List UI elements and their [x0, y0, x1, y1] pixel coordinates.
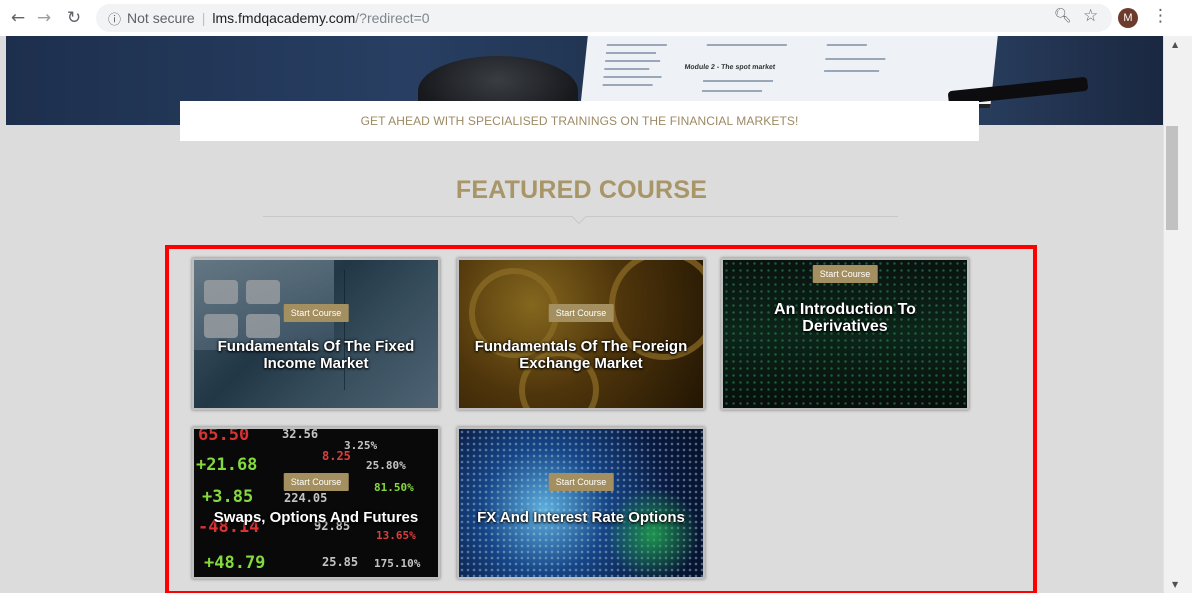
- bookmark-star-icon[interactable]: ☆: [1083, 6, 1098, 26]
- reload-icon[interactable]: ↻: [62, 6, 86, 30]
- zoom-icon[interactable]: 🔍︎: [1054, 8, 1072, 24]
- scroll-down-arrow-icon[interactable]: ▼: [1172, 580, 1178, 589]
- url-host: lms.fmdqacademy.com: [212, 10, 356, 26]
- tagline-banner: GET AHEAD WITH SPECIALISED TRAININGS ON …: [180, 101, 979, 141]
- omnibox-separator: |: [201, 10, 206, 26]
- start-course-button[interactable]: Start Course: [548, 473, 614, 491]
- course-title[interactable]: Fundamentals Of The Fixed Income Market: [204, 338, 428, 372]
- course-card-foreign-exchange[interactable]: Start Course Fundamentals Of The Foreign…: [457, 258, 705, 410]
- start-course-button[interactable]: Start Course: [812, 265, 878, 283]
- scroll-up-arrow-icon[interactable]: ▲: [1172, 40, 1178, 49]
- featured-course-heading: FEATURED COURSE: [455, 176, 708, 204]
- start-course-button[interactable]: Start Course: [548, 304, 614, 322]
- course-title[interactable]: Swaps, Options And Futures: [204, 509, 428, 526]
- url-path: /?redirect=0: [355, 10, 430, 26]
- address-bar[interactable]: ⓘ Not secure | lms.fmdqacademy.com /?red…: [96, 4, 1112, 32]
- info-icon[interactable]: ⓘ: [108, 9, 121, 28]
- scroll-thumb[interactable]: [1166, 126, 1178, 230]
- course-title[interactable]: An Introduction To Derivatives: [733, 301, 957, 335]
- course-card-fx-interest-rate-options[interactable]: Start Course FX And Interest Rate Option…: [457, 427, 705, 579]
- profile-avatar[interactable]: M: [1118, 8, 1138, 28]
- browser-toolbar: ← → ↻ ⓘ Not secure | lms.fmdqacademy.com…: [0, 0, 1192, 36]
- kebab-menu-icon[interactable]: ⋮: [1152, 6, 1169, 26]
- course-card-derivatives[interactable]: Start Course An Introduction To Derivati…: [721, 258, 969, 410]
- hero-module-caption: Module 2 - The spot market: [684, 64, 776, 71]
- back-arrow-icon[interactable]: ←: [6, 6, 30, 30]
- page-scrollbar[interactable]: ▲ ▼: [1163, 36, 1192, 593]
- page-viewport: Module 2 - The spot market GET AHEAD WIT…: [0, 36, 1163, 593]
- start-course-button[interactable]: Start Course: [283, 473, 349, 491]
- forward-arrow-icon[interactable]: →: [32, 6, 56, 30]
- heading-divider-notch: [571, 209, 587, 225]
- security-label: Not secure: [127, 10, 195, 26]
- course-title[interactable]: Fundamentals Of The Foreign Exchange Mar…: [469, 338, 693, 372]
- course-card-fixed-income[interactable]: Start Course Fundamentals Of The Fixed I…: [192, 258, 440, 410]
- course-title[interactable]: FX And Interest Rate Options: [469, 509, 693, 526]
- course-card-swaps-options-futures[interactable]: 65.50 32.56 3.25% +21.68 8.25 25.80% +3.…: [192, 427, 440, 579]
- laptop-screen-image: Module 2 - The spot market: [580, 36, 998, 108]
- start-course-button[interactable]: Start Course: [283, 304, 349, 322]
